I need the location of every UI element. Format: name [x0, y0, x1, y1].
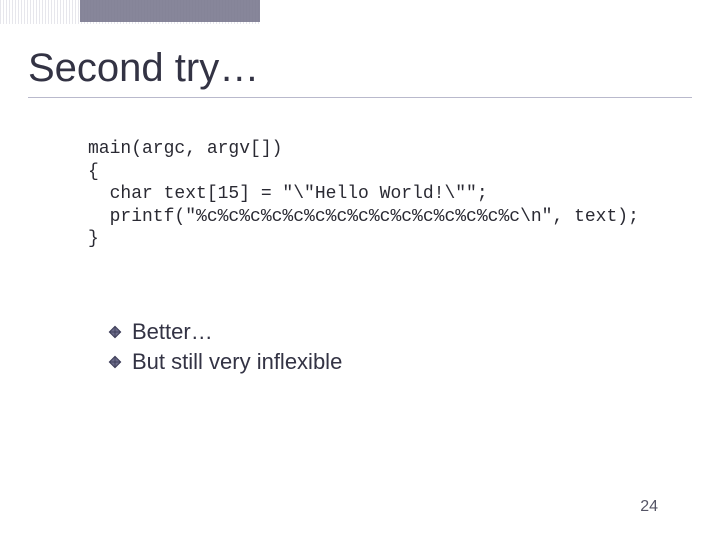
bullet-text: Better… [132, 319, 213, 345]
code-line-1: main(argc, argv[]) [88, 139, 282, 159]
code-line-2: { [88, 162, 99, 182]
diamond-bullet-icon [108, 325, 122, 339]
code-block: main(argc, argv[]) { char text[15] = "\"… [88, 138, 692, 251]
title-underline [28, 97, 692, 98]
code-line-4: printf("%c%c%c%c%c%c%c%c%c%c%c%c%c%c%c\n… [88, 207, 639, 227]
code-line-5: } [88, 229, 99, 249]
list-item: But still very inflexible [108, 349, 692, 375]
code-line-3: char text[15] = "\"Hello World!\""; [88, 184, 488, 204]
bullet-text: But still very inflexible [132, 349, 342, 375]
bullet-list: Better… But still very inflexible [108, 319, 692, 375]
list-item: Better… [108, 319, 692, 345]
slide-content: Second try… main(argc, argv[]) { char te… [0, 0, 720, 540]
diamond-bullet-icon [108, 355, 122, 369]
slide-title: Second try… [28, 46, 692, 91]
page-number: 24 [640, 498, 658, 516]
